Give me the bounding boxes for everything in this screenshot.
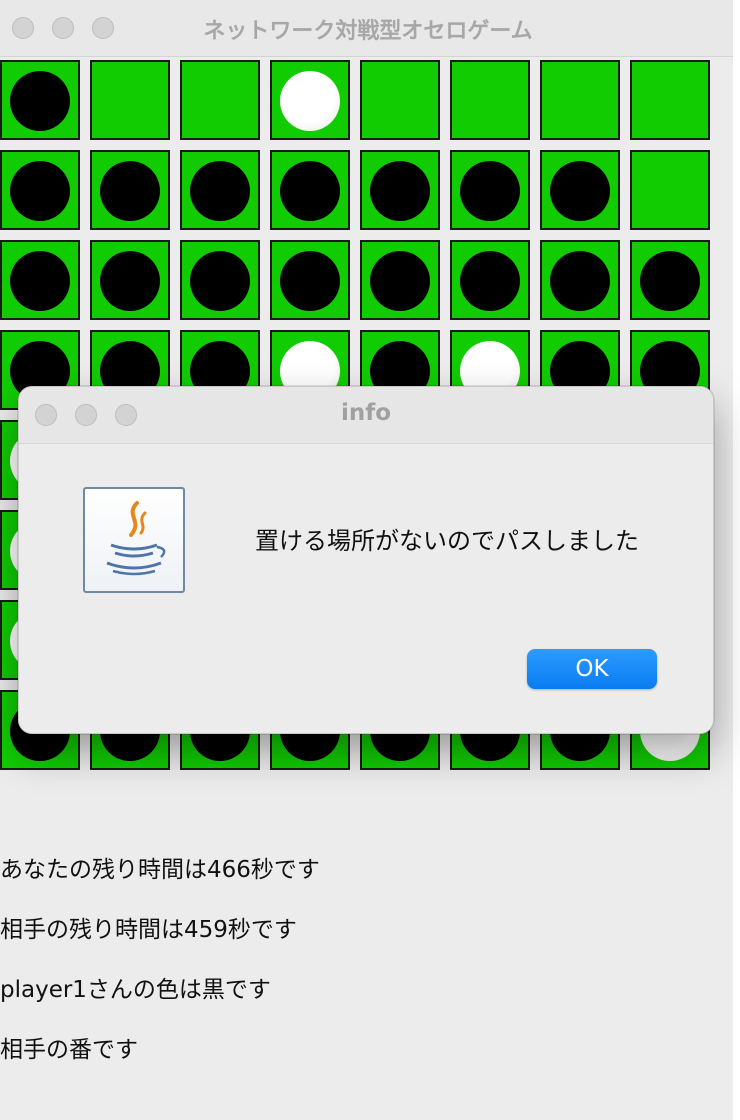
black-disc bbox=[100, 251, 160, 311]
board-cell-r3-c2[interactable] bbox=[90, 240, 170, 320]
window-title: ネットワーク対戦型オセロゲーム bbox=[203, 19, 533, 44]
board-cell-r1-c5[interactable] bbox=[360, 60, 440, 140]
black-disc bbox=[640, 251, 700, 311]
black-disc bbox=[280, 161, 340, 221]
black-disc bbox=[370, 161, 430, 221]
board-cell-r3-c1[interactable] bbox=[0, 240, 80, 320]
ok-button[interactable]: OK bbox=[527, 649, 657, 689]
info-dialog: info 置ける場所がないのでパスしました OK bbox=[18, 386, 714, 734]
board-cell-r2-c3[interactable] bbox=[180, 150, 260, 230]
black-disc bbox=[100, 161, 160, 221]
black-disc bbox=[10, 71, 70, 131]
black-disc bbox=[550, 161, 610, 221]
white-disc bbox=[280, 71, 340, 131]
board-cell-r3-c3[interactable] bbox=[180, 240, 260, 320]
board-cell-r1-c2[interactable] bbox=[90, 60, 170, 140]
board-cell-r1-c7[interactable] bbox=[540, 60, 620, 140]
black-disc bbox=[10, 161, 70, 221]
board-cell-r2-c1[interactable] bbox=[0, 150, 80, 230]
board-cell-r1-c8[interactable] bbox=[630, 60, 710, 140]
board-cell-r3-c4[interactable] bbox=[270, 240, 350, 320]
my-remaining-time: あなたの残り時間は466秒です bbox=[0, 857, 320, 883]
board-cell-r3-c6[interactable] bbox=[450, 240, 530, 320]
board-cell-r3-c7[interactable] bbox=[540, 240, 620, 320]
board-cell-r2-c4[interactable] bbox=[270, 150, 350, 230]
java-coffee-icon bbox=[83, 487, 185, 593]
background-window-edge bbox=[733, 0, 740, 1120]
dialog-message: 置ける場所がないのでパスしました bbox=[255, 527, 639, 555]
black-disc bbox=[280, 251, 340, 311]
board-cell-r2-c5[interactable] bbox=[360, 150, 440, 230]
opponent-remaining-time: 相手の残り時間は459秒です bbox=[0, 917, 297, 943]
board-cell-r1-c1[interactable] bbox=[0, 60, 80, 140]
black-disc bbox=[190, 251, 250, 311]
board-cell-r1-c3[interactable] bbox=[180, 60, 260, 140]
board-cell-r1-c6[interactable] bbox=[450, 60, 530, 140]
dialog-title: info bbox=[340, 400, 392, 426]
board-cell-r2-c6[interactable] bbox=[450, 150, 530, 230]
black-disc bbox=[10, 251, 70, 311]
black-disc bbox=[460, 161, 520, 221]
turn-indicator: 相手の番です bbox=[0, 1037, 138, 1063]
board-cell-r2-c2[interactable] bbox=[90, 150, 170, 230]
board-cell-r3-c5[interactable] bbox=[360, 240, 440, 320]
board-cell-r1-c4[interactable] bbox=[270, 60, 350, 140]
board-cell-r2-c8[interactable] bbox=[630, 150, 710, 230]
board-cell-r2-c7[interactable] bbox=[540, 150, 620, 230]
board-cell-r3-c8[interactable] bbox=[630, 240, 710, 320]
dialog-titlebar[interactable]: info bbox=[19, 387, 713, 444]
window-titlebar[interactable]: ネットワーク対戦型オセロゲーム bbox=[0, 0, 736, 57]
black-disc bbox=[460, 251, 520, 311]
player-color-label: player1さんの色は黒です bbox=[0, 977, 271, 1003]
black-disc bbox=[370, 251, 430, 311]
black-disc bbox=[550, 251, 610, 311]
black-disc bbox=[190, 161, 250, 221]
